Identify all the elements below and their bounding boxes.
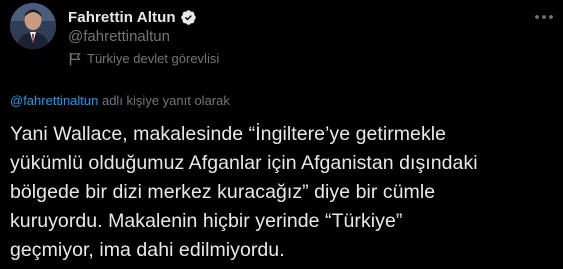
more-options-button[interactable] [533, 8, 555, 26]
verified-badge-icon [180, 9, 197, 26]
author-avatar[interactable] [10, 3, 56, 49]
reply-context: @fahrettinaltun adlı kişiye yanıt olarak [10, 93, 230, 108]
flag-icon [68, 52, 82, 66]
reply-suffix-text: adlı kişiye yanıt olarak [98, 93, 230, 108]
tweet-body-text: Yani Wallace, makalesinde “İngiltere’ye … [10, 123, 478, 261]
author-handle[interactable]: @fahrettinaltun [68, 28, 170, 45]
author-name-row: Fahrettin Altun [68, 7, 197, 27]
more-horizontal-icon [535, 15, 553, 19]
author-affiliation-label: Türkiye devlet görevlisi [68, 51, 219, 66]
reply-mention-link[interactable]: @fahrettinaltun [10, 93, 98, 108]
tweet-card: Fahrettin Altun @fahrettinaltun Türkiye … [0, 0, 563, 269]
author-display-name[interactable]: Fahrettin Altun [68, 9, 176, 26]
affiliation-text: Türkiye devlet görevlisi [87, 51, 220, 66]
profile-photo [10, 3, 56, 49]
